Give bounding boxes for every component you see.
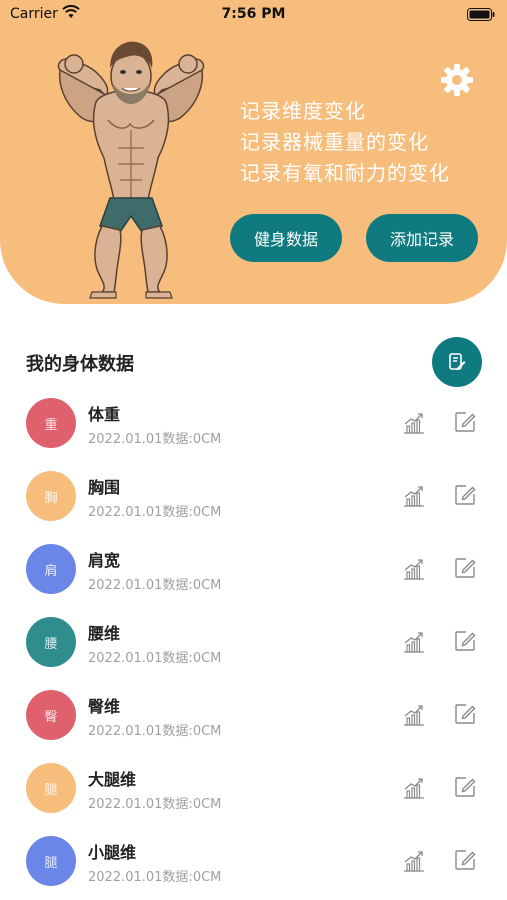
item-subtitle: 2022.01.01数据:0CM xyxy=(88,651,222,666)
edit-icon[interactable] xyxy=(453,848,477,872)
item-subtitle: 2022.01.01数据:0CM xyxy=(88,870,222,885)
slogan-line: 记录器械重量的变化 xyxy=(240,130,429,154)
section-title: 我的身体数据 xyxy=(26,354,134,375)
list-item[interactable]: 重 体重 2022.01.01数据:0CM xyxy=(0,387,507,460)
item-subtitle: 2022.01.01数据:0CM xyxy=(88,432,222,447)
item-avatar: 重 xyxy=(26,398,76,448)
list-item[interactable]: 腿 小腿维 2022.01.01数据:0CM xyxy=(0,825,507,898)
edit-icon[interactable] xyxy=(453,410,477,434)
item-avatar: 腰 xyxy=(26,617,76,667)
add-record-button[interactable]: 添加记录 xyxy=(366,214,478,262)
edit-icon[interactable] xyxy=(453,483,477,507)
list-item[interactable]: 臀 臀维 2022.01.01数据:0CM xyxy=(0,679,507,752)
slogan-line: 记录维度变化 xyxy=(240,99,366,123)
gear-icon[interactable] xyxy=(440,63,474,97)
list-item[interactable]: 腰 腰维 2022.01.01数据:0CM xyxy=(0,606,507,679)
item-title: 大腿维 xyxy=(88,770,137,789)
trend-chart-icon[interactable] xyxy=(402,776,426,800)
battery-icon xyxy=(467,8,495,25)
list-item[interactable]: 胸 胸围 2022.01.01数据:0CM xyxy=(0,460,507,533)
edit-note-icon xyxy=(449,353,466,370)
slogan-line: 记录有氧和耐力的变化 xyxy=(240,161,450,185)
fitness-data-button[interactable]: 健身数据 xyxy=(230,214,342,262)
item-title: 腰维 xyxy=(88,624,121,643)
clock: 7:56 PM xyxy=(221,6,286,22)
slogan-list: 记录维度变化 记录器械重量的变化 记录有氧和耐力的变化 xyxy=(240,96,450,189)
item-avatar: 臀 xyxy=(26,690,76,740)
body-data-list: 重 体重 2022.01.01数据:0CM 胸 胸围 2022.01.01数据:… xyxy=(0,387,507,898)
item-avatar: 肩 xyxy=(26,544,76,594)
trend-chart-icon[interactable] xyxy=(402,849,426,873)
list-item[interactable]: 腿 大腿维 2022.01.01数据:0CM xyxy=(0,752,507,825)
item-title: 小腿维 xyxy=(88,843,137,862)
edit-icon[interactable] xyxy=(453,629,477,653)
trend-chart-icon[interactable] xyxy=(402,703,426,727)
item-title: 胸围 xyxy=(88,478,121,497)
edit-icon[interactable] xyxy=(453,556,477,580)
list-item[interactable]: 肩 肩宽 2022.01.01数据:0CM xyxy=(0,533,507,606)
bodybuilder-illustration xyxy=(57,41,205,299)
item-title: 肩宽 xyxy=(88,551,121,570)
item-title: 体重 xyxy=(88,405,121,424)
trend-chart-icon[interactable] xyxy=(402,630,426,654)
trend-chart-icon[interactable] xyxy=(402,484,426,508)
item-avatar: 腿 xyxy=(26,763,76,813)
header-banner: Carrier 7:56 PM 记录维度变化 记录器械重量的变化 记录有氧和耐力… xyxy=(0,0,507,304)
item-subtitle: 2022.01.01数据:0CM xyxy=(88,578,222,593)
edit-icon[interactable] xyxy=(453,775,477,799)
status-bar: Carrier 7:56 PM xyxy=(0,0,507,30)
item-avatar: 腿 xyxy=(26,836,76,886)
edit-fab-button[interactable] xyxy=(432,337,482,387)
item-title: 臀维 xyxy=(88,697,121,716)
item-subtitle: 2022.01.01数据:0CM xyxy=(88,724,222,739)
item-subtitle: 2022.01.01数据:0CM xyxy=(88,797,222,812)
trend-chart-icon[interactable] xyxy=(402,411,426,435)
item-subtitle: 2022.01.01数据:0CM xyxy=(88,505,222,520)
trend-chart-icon[interactable] xyxy=(402,557,426,581)
edit-icon[interactable] xyxy=(453,702,477,726)
item-avatar: 胸 xyxy=(26,471,76,521)
